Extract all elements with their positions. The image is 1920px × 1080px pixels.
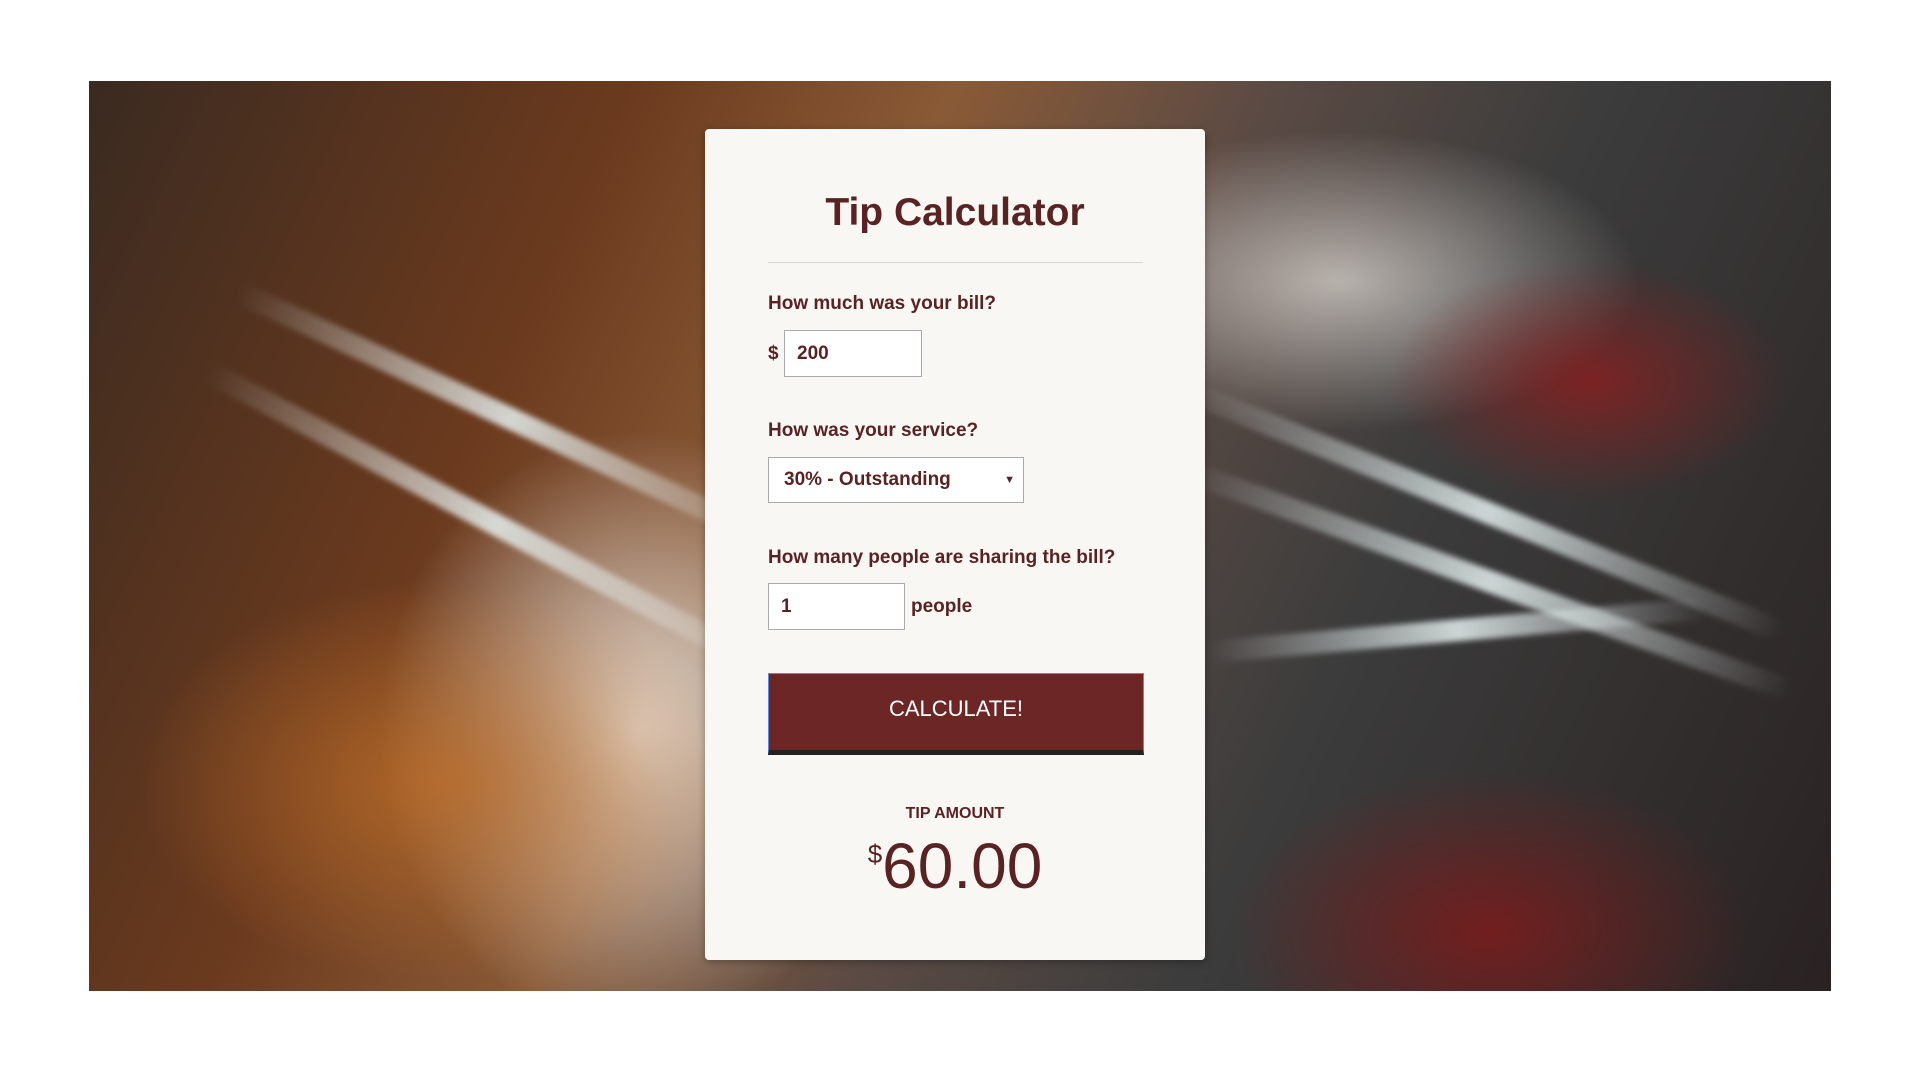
tip-calculator-card: Tip Calculator How much was your bill? $… xyxy=(705,129,1205,960)
tip-amount-label: TIP AMOUNT xyxy=(905,805,1005,822)
people-count-input[interactable]: 1 xyxy=(768,583,905,630)
people-unit: people xyxy=(911,596,973,617)
tip-amount-value: $60.00 xyxy=(705,829,1205,903)
background-knife-streak xyxy=(1185,461,1795,702)
calculate-button[interactable]: CALCULATE! xyxy=(768,673,1144,755)
service-select[interactable]: 30% - Outstanding ▼ xyxy=(768,457,1024,503)
title-divider xyxy=(768,262,1143,263)
people-label: How many people are sharing the bill? xyxy=(768,547,1116,568)
tip-amount-number: 60.00 xyxy=(882,830,1043,902)
chevron-down-icon: ▼ xyxy=(1004,474,1015,486)
service-selected-value: 30% - Outstanding xyxy=(784,469,951,490)
bill-amount-input[interactable]: 200 xyxy=(784,330,922,377)
page-title: Tip Calculator xyxy=(825,191,1085,234)
service-label: How was your service? xyxy=(768,420,979,441)
currency-symbol: $ xyxy=(768,343,779,364)
bill-label: How much was your bill? xyxy=(768,293,997,314)
tip-currency: $ xyxy=(867,839,883,869)
